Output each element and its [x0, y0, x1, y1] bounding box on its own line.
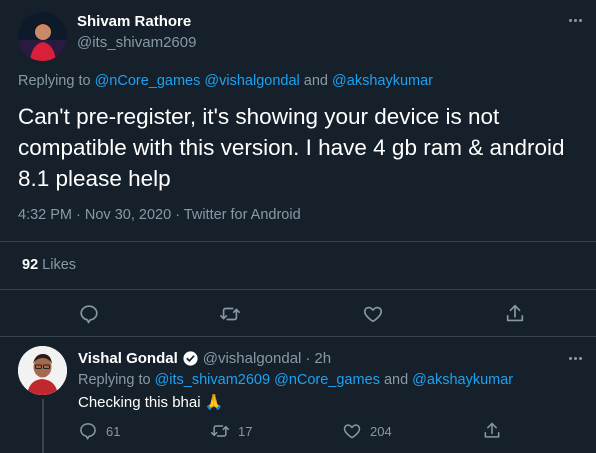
retweet-count: 17	[238, 423, 253, 439]
more-options-icon[interactable]	[569, 19, 582, 22]
like-count: 204	[370, 423, 392, 439]
divider	[0, 336, 596, 337]
tweet-time[interactable]: 4:32 PM	[18, 207, 72, 223]
author-name[interactable]: Shivam Rathore	[77, 13, 191, 30]
replying-to-line: Replying to @nCore_games @vishalgondal a…	[18, 73, 433, 89]
tweet-text: Can't pre-register, it's showing your de…	[18, 104, 565, 191]
share-icon	[484, 422, 500, 438]
replying-to-label: Replying to	[78, 372, 151, 388]
reply-share-button[interactable]	[482, 421, 502, 441]
like-button[interactable]	[362, 303, 384, 330]
thread-line	[42, 399, 44, 453]
reply-author-name[interactable]: Vishal Gondal	[78, 350, 178, 367]
reply-reply-button[interactable]: 61	[78, 421, 120, 441]
replying-and: and	[383, 372, 409, 388]
retweet-button[interactable]	[219, 303, 241, 330]
mention-link[interactable]: @its_shivam2609	[155, 372, 270, 388]
reply-age[interactable]: 2h	[314, 350, 331, 367]
avatar-image	[18, 12, 67, 61]
tweet-source[interactable]: Twitter for Android	[184, 207, 301, 223]
reply-more-options-icon[interactable]	[569, 357, 582, 360]
reply-button[interactable]	[78, 303, 100, 330]
reply-replying-to-line: Replying to @its_shivam2609 @nCore_games…	[78, 372, 513, 388]
retweet-icon	[210, 425, 230, 437]
reply-like-button[interactable]: 204	[342, 421, 392, 441]
reply-icon	[80, 423, 96, 440]
retweet-icon	[220, 307, 240, 321]
divider	[0, 289, 596, 290]
reply-retweet-button[interactable]: 17	[210, 421, 252, 441]
reply-header: Vishal Gondal @vishalgondal · 2h	[78, 350, 332, 367]
share-icon	[506, 304, 524, 322]
divider	[0, 241, 596, 242]
reply-icon	[80, 305, 98, 324]
likes-stat[interactable]: 92 Likes	[22, 257, 76, 273]
replying-and: and	[303, 73, 328, 89]
tweet-meta: 4:32 PM · Nov 30, 2020 · Twitter for And…	[18, 207, 301, 223]
author-avatar[interactable]	[18, 12, 67, 61]
heart-icon	[363, 306, 383, 323]
mention-link[interactable]: @vishalgondal	[204, 73, 299, 89]
heart-icon	[343, 424, 361, 439]
mention-link[interactable]: @nCore_games	[95, 73, 201, 89]
verified-badge-icon	[183, 351, 198, 366]
avatar-image	[18, 346, 67, 395]
reply-author-avatar[interactable]	[18, 346, 67, 395]
reply-count: 61	[106, 423, 121, 439]
replying-to-label: Replying to	[18, 73, 91, 89]
share-button[interactable]	[504, 303, 526, 330]
tweet-date[interactable]: Nov 30, 2020	[85, 207, 171, 223]
mention-link[interactable]: @akshaykumar	[332, 73, 433, 89]
author-handle[interactable]: @its_shivam2609	[77, 34, 196, 51]
mention-link[interactable]: @akshaykumar	[412, 372, 513, 388]
likes-count: 92	[22, 257, 39, 273]
reply-author-handle[interactable]: @vishalgondal	[203, 350, 302, 367]
likes-label: Likes	[42, 257, 77, 273]
mention-link[interactable]: @nCore_games	[274, 372, 380, 388]
reply-text: Checking this bhai 🙏	[78, 394, 224, 411]
